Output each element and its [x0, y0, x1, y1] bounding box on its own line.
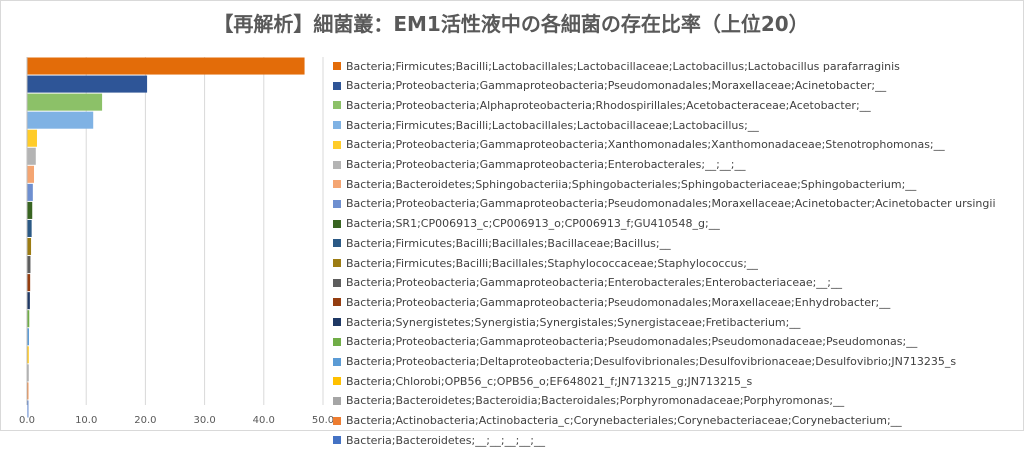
legend-item: Bacteria;Proteobacteria;Gammaproteobacte…	[333, 76, 886, 96]
x-tick-label: 40.0	[253, 415, 275, 426]
bar	[27, 165, 35, 183]
legend-label: Bacteria;Proteobacteria;Gammaproteobacte…	[346, 158, 746, 171]
bar	[27, 147, 36, 165]
legend-item: Bacteria;Proteobacteria;Gammaproteobacte…	[333, 135, 945, 155]
bar	[27, 219, 32, 237]
legend-item: Bacteria;Synergistetes;Synergistia;Syner…	[333, 312, 800, 332]
legend-swatch	[333, 396, 341, 405]
legend-label: Bacteria;Bacteroidetes;__;__;__;__;__	[346, 433, 546, 447]
bar	[27, 328, 29, 346]
legend-item: Bacteria;Proteobacteria;Gammaproteobacte…	[333, 194, 996, 214]
legend-label: Bacteria;Synergistetes;Synergistia;Syner…	[346, 315, 801, 329]
legend-label: Bacteria;Proteobacteria;Gammaproteobacte…	[346, 138, 945, 152]
legend-item: Bacteria;Firmicutes;Bacilli;Lactobacilla…	[333, 56, 900, 76]
legend-item: Bacteria;Bacteroidetes;__;__;__;__;__	[333, 430, 545, 450]
legend-item: Bacteria;Firmicutes;Bacilli;Bacillales;B…	[333, 233, 671, 253]
legend-swatch	[333, 436, 341, 445]
legend-label: Bacteria;Proteobacteria;Gammaproteobacte…	[346, 335, 918, 349]
legend-label: Bacteria;Firmicutes;Bacilli;Lactobacilla…	[346, 118, 759, 132]
legend-label: Bacteria;Proteobacteria;Gammaproteobacte…	[346, 276, 843, 290]
x-tick-label: 10.0	[75, 415, 97, 426]
legend-item: Bacteria;Proteobacteria;Gammaproteobacte…	[333, 292, 890, 312]
bar	[27, 75, 148, 93]
legend-swatch	[333, 259, 341, 267]
legend-swatch	[333, 337, 341, 346]
bar	[27, 57, 305, 75]
legend-swatch	[333, 357, 341, 366]
legend-item: Bacteria;Actinobacteria;Actinobacteria_c…	[333, 411, 902, 431]
legend-swatch	[333, 81, 341, 90]
x-tick-label: 20.0	[134, 415, 156, 426]
bar	[27, 238, 32, 256]
bar	[27, 382, 29, 400]
legend-swatch	[333, 298, 341, 307]
x-tick-label: 50.0	[312, 415, 334, 426]
legend-swatch	[333, 239, 341, 248]
legend-item: Bacteria;Proteobacteria;Gammaproteobacte…	[333, 273, 842, 293]
legend-swatch	[333, 199, 341, 208]
bar	[27, 93, 103, 111]
legend-item: Bacteria;Bacteroidetes;Bacteroidia;Bacte…	[333, 391, 844, 411]
legend-label: Bacteria;Proteobacteria;Alphaproteobacte…	[346, 98, 871, 112]
legend-label: Bacteria;Proteobacteria;Gammaproteobacte…	[346, 197, 996, 211]
legend-item: Bacteria;Proteobacteria;Deltaproteobacte…	[333, 352, 956, 372]
bar	[27, 346, 29, 364]
legend-swatch	[333, 377, 341, 386]
legend-label: Bacteria;Firmicutes;Bacilli;Lactobacilla…	[346, 59, 900, 73]
legend-item: Bacteria;Proteobacteria;Alphaproteobacte…	[333, 95, 871, 115]
bar	[27, 201, 33, 219]
bar	[27, 256, 31, 274]
legend-swatch	[333, 121, 341, 130]
legend-label: Bacteria;Proteobacteria;Deltaproteobacte…	[346, 355, 957, 368]
legend-swatch	[333, 278, 341, 287]
legend-swatch	[333, 180, 341, 189]
legend-label: Bacteria;SR1;CP006913_c;CP006913_o;CP006…	[346, 217, 720, 231]
bar	[27, 364, 29, 382]
bar	[27, 310, 30, 328]
legend-swatch	[333, 101, 341, 110]
legend-swatch	[333, 416, 341, 425]
legend-item: Bacteria;Chlorobi;OPB56_c;OPB56_o;EF6480…	[333, 371, 752, 391]
legend-item: Bacteria;Proteobacteria;Gammaproteobacte…	[333, 155, 746, 175]
legend-swatch	[333, 62, 341, 70]
legend-label: Bacteria;Proteobacteria;Gammaproteobacte…	[346, 295, 891, 309]
bar	[27, 129, 37, 147]
bar	[27, 292, 30, 310]
bar	[27, 183, 33, 201]
legend-item: Bacteria;SR1;CP006913_c;CP006913_o;CP006…	[333, 214, 720, 234]
x-tick-label: 30.0	[193, 415, 215, 426]
legend-item: Bacteria;Firmicutes;Bacilli;Lactobacilla…	[333, 115, 759, 135]
legend-label: Bacteria;Firmicutes;Bacilli;Bacillales;B…	[346, 236, 671, 250]
legend-item: Bacteria;Firmicutes;Bacilli;Bacillales;S…	[333, 253, 758, 273]
bar	[27, 274, 31, 292]
legend-label: Bacteria;Proteobacteria;Gammaproteobacte…	[346, 79, 887, 93]
legend-label: Bacteria;Bacteroidetes;Bacteroidia;Bacte…	[346, 394, 845, 408]
legend-swatch	[333, 318, 341, 327]
x-tick-label: 0.0	[19, 415, 35, 426]
legend-item: Bacteria;Proteobacteria;Gammaproteobacte…	[333, 332, 917, 352]
legend-swatch	[333, 160, 341, 169]
legend-label: Bacteria;Firmicutes;Bacilli;Bacillales;S…	[346, 256, 758, 270]
legend-swatch	[333, 219, 341, 228]
legend-swatch	[333, 140, 341, 149]
legend-label: Bacteria;Actinobacteria;Actinobacteria_c…	[346, 414, 902, 428]
bars	[27, 57, 305, 418]
x-axis-ticks: 0.0 10.0 20.0 30.0 40.0 50.0	[19, 415, 334, 426]
legend-label: Bacteria;Chlorobi;OPB56_c;OPB56_o;EF6480…	[346, 374, 753, 388]
legend-item: Bacteria;Bacteroidetes;Sphingobacteriia;…	[333, 174, 916, 194]
legend-label: Bacteria;Bacteroidetes;Sphingobacteriia;…	[346, 177, 917, 191]
bar	[27, 111, 94, 129]
